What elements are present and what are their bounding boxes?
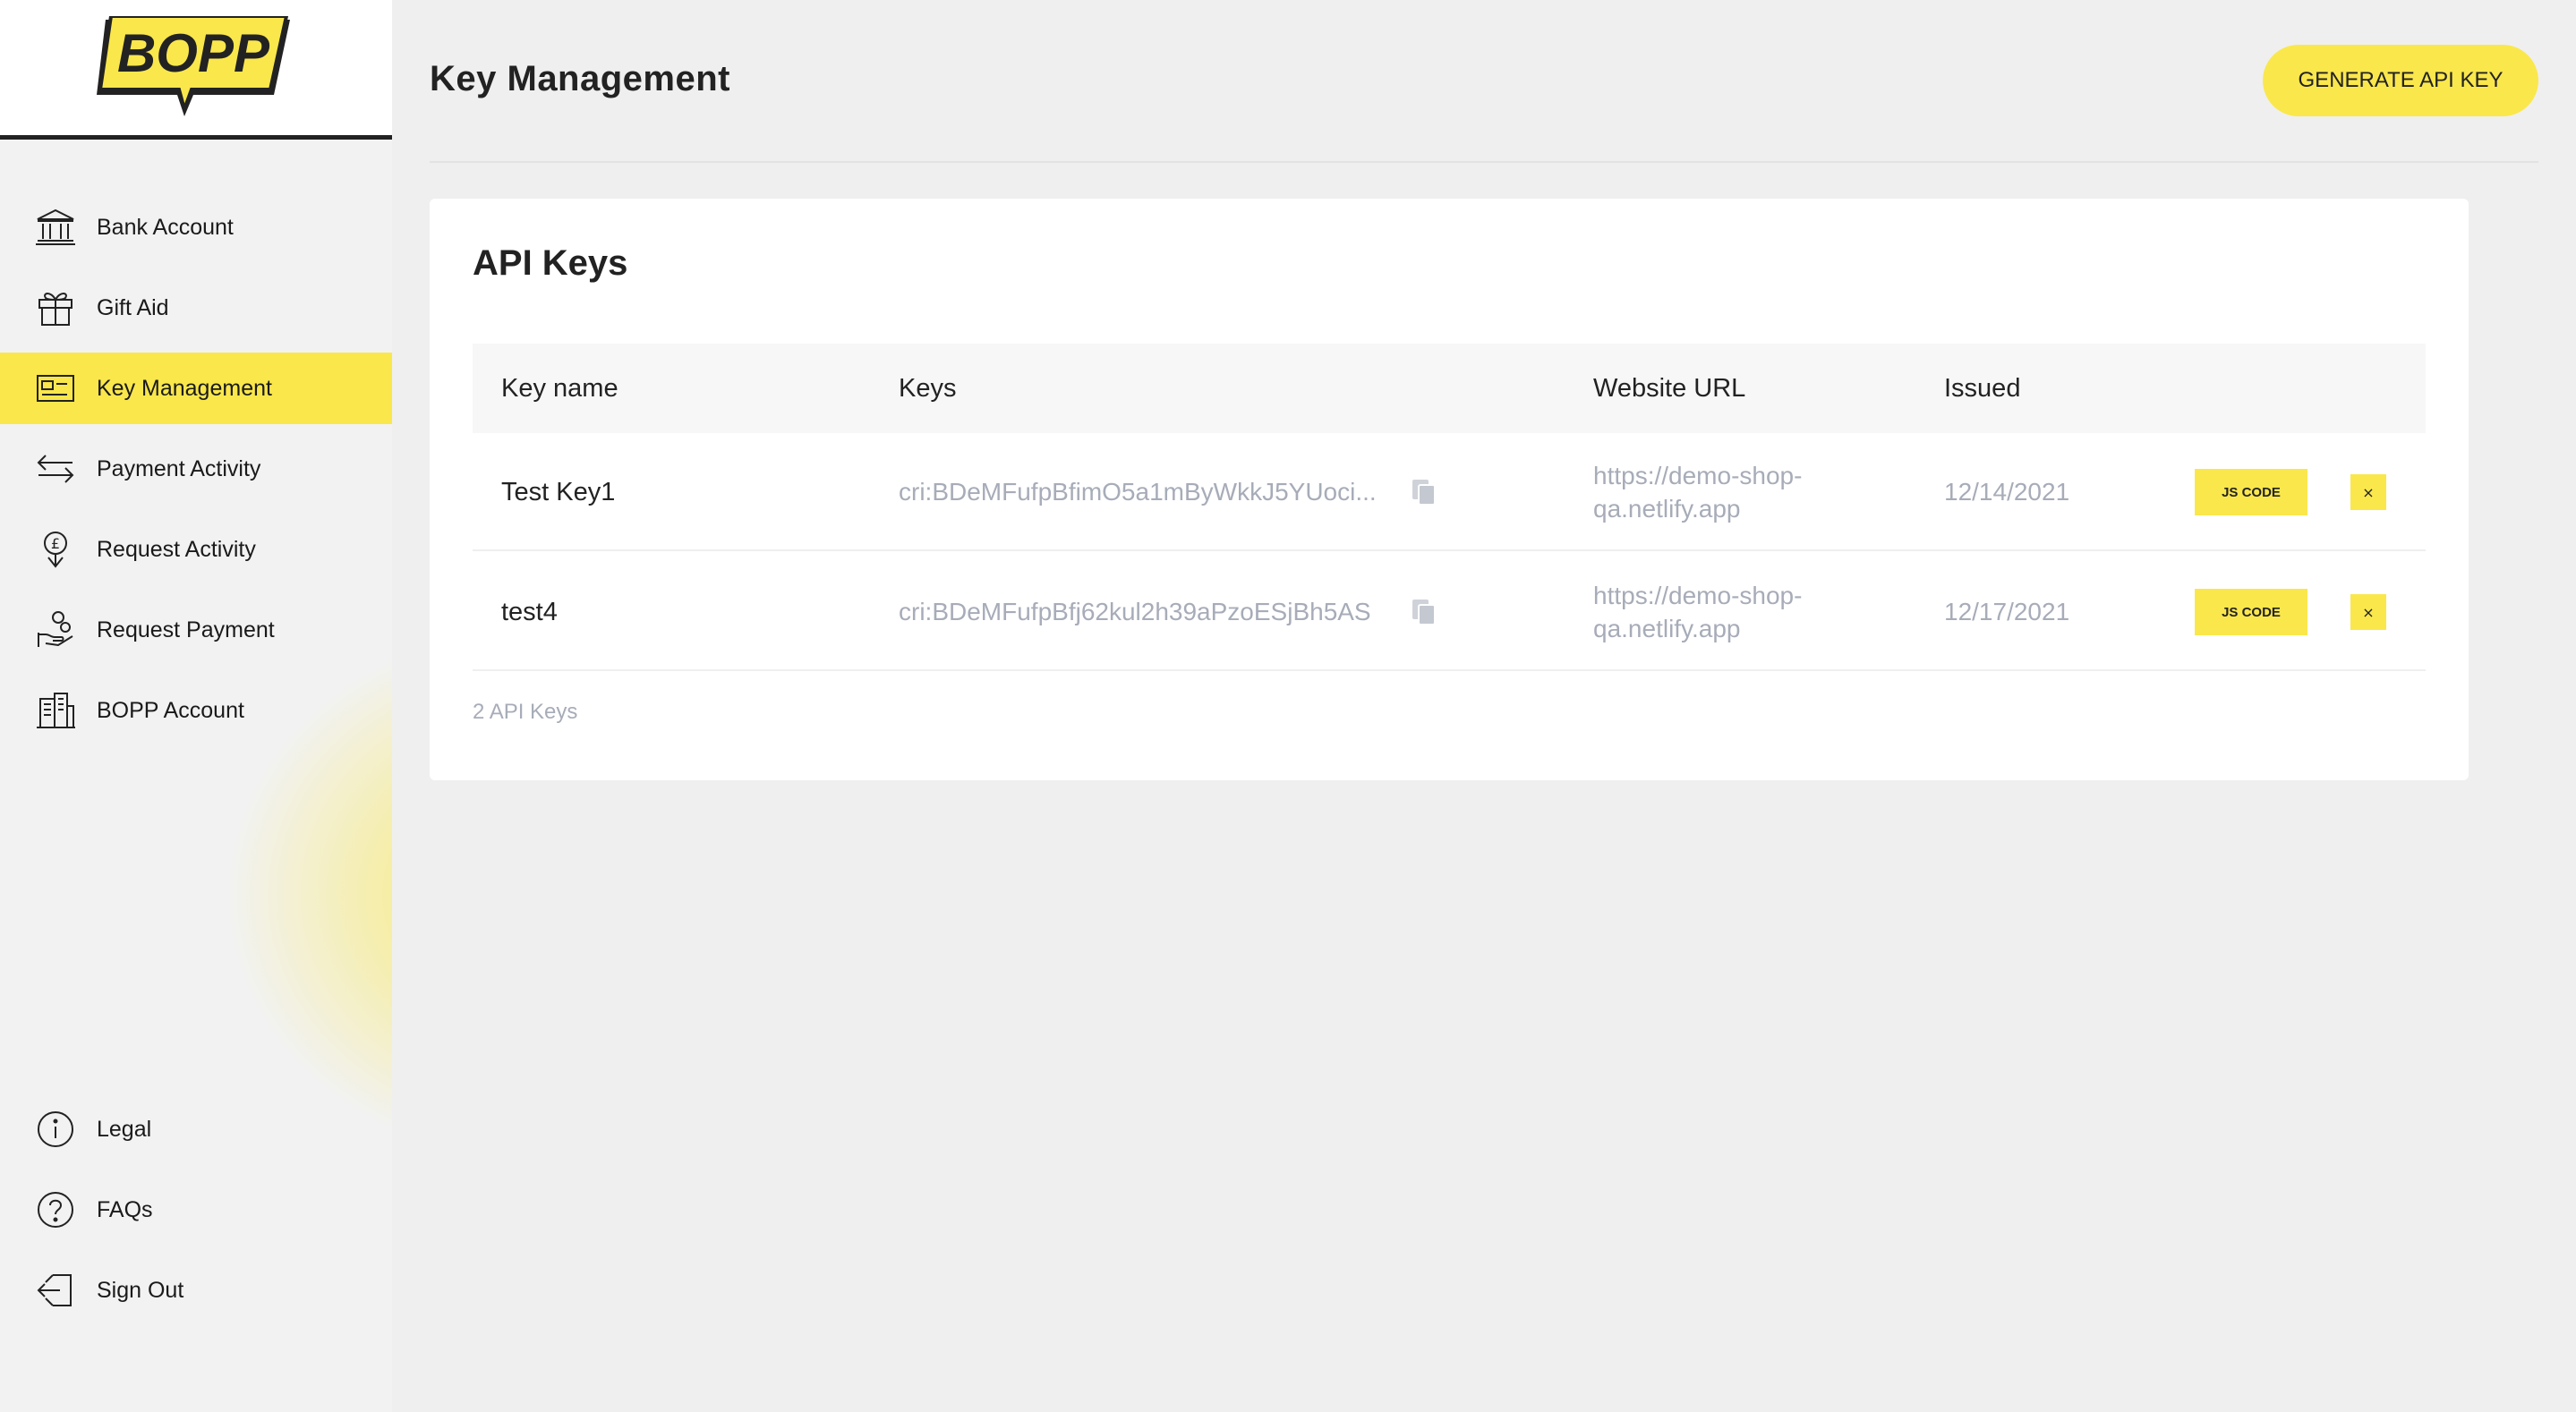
copy-icon[interactable] [1411,433,1437,551]
transfer-arrows-icon [34,447,77,490]
sidebar-item-payment-activity[interactable]: Payment Activity [0,433,392,505]
sidebar-item-key-management[interactable]: Key Management [0,353,392,424]
issued-date: 12/17/2021 [1944,598,2070,625]
bank-icon [34,206,77,249]
key-value: cri:BDeMFufpBfj62kul2h39aPzoESjBh5AS [899,598,1371,625]
table-row: Test Key1 cri:BDeMFufpBfimO5a1mByWkkJ5YU… [473,433,2426,551]
sidebar-item-label: BOPP Account [97,697,244,723]
key-card-icon [34,367,77,410]
info-icon [34,1108,77,1151]
key-value: cri:BDeMFufpBfimO5a1mByWkkJ5YUoci... [899,478,1377,506]
sidebar-item-label: Request Payment [97,617,275,642]
sidebar: BOPP Bank Account Gift Aid Key Managemen… [0,0,392,1412]
column-header-keys: Keys [899,373,957,403]
sidebar-item-sign-out[interactable]: Sign Out [0,1255,392,1326]
sidebar-item-label: Payment Activity [97,455,261,481]
sidebar-item-bopp-account[interactable]: BOPP Account [0,675,392,746]
column-header-issued: Issued [1944,373,2021,403]
website-url: https://demo-shop-qa.netlify.app [1593,553,1862,671]
header-divider [430,161,2538,163]
logo-area[interactable]: BOPP [0,0,392,140]
sidebar-nav: Bank Account Gift Aid Key Management Pay… [0,191,392,755]
buildings-icon [34,689,77,732]
table-row: test4 cri:BDeMFufpBfj62kul2h39aPzoESjBh5… [473,553,2426,671]
generate-api-key-button[interactable]: GENERATE API KEY [2263,45,2538,116]
key-name: Test Key1 [501,477,616,506]
sidebar-item-label: FAQs [97,1196,153,1222]
logo-text: BOPP [117,23,270,83]
pound-pin-icon: £ [34,528,77,571]
api-keys-count: 2 API Keys [473,700,578,724]
js-code-button[interactable]: JS CODE [2195,589,2307,635]
gift-icon [34,286,77,329]
issued-date: 12/14/2021 [1944,478,2070,506]
sidebar-item-gift-aid[interactable]: Gift Aid [0,272,392,344]
hand-coins-icon [34,608,77,651]
sidebar-item-label: Bank Account [97,214,234,240]
sidebar-bottom-nav: Legal FAQs Sign Out [0,1093,392,1335]
sidebar-item-label: Request Activity [97,536,256,562]
sidebar-item-label: Sign Out [97,1277,184,1303]
copy-icon[interactable] [1411,553,1437,671]
table-header: Key name Keys Website URL Issued [473,344,2426,433]
sidebar-item-legal[interactable]: Legal [0,1093,392,1165]
api-keys-card: API Keys Key name Keys Website URL Issue… [430,199,2469,780]
delete-key-button[interactable]: × [2350,474,2386,510]
sidebar-item-label: Legal [97,1116,152,1142]
sidebar-item-faqs[interactable]: FAQs [0,1174,392,1246]
sidebar-item-bank-account[interactable]: Bank Account [0,191,392,263]
url-line: https://demo-shop- [1593,582,1803,609]
sidebar-item-label: Gift Aid [97,294,169,320]
column-header-key-name: Key name [501,373,618,403]
js-code-button[interactable]: JS CODE [2195,469,2307,515]
website-url: https://demo-shop-qa.netlify.app [1593,433,1862,551]
url-line: qa.netlify.app [1593,495,1741,523]
question-icon [34,1188,77,1231]
url-line: qa.netlify.app [1593,615,1741,642]
page-title: Key Management [430,59,730,98]
sign-out-icon [34,1269,77,1312]
key-name: test4 [501,597,558,626]
svg-text:£: £ [51,535,60,552]
column-header-website-url: Website URL [1593,373,1746,403]
sidebar-item-request-activity[interactable]: £ Request Activity [0,514,392,585]
sidebar-item-request-payment[interactable]: Request Payment [0,594,392,666]
card-title: API Keys [473,243,628,283]
url-line: https://demo-shop- [1593,462,1803,489]
delete-key-button[interactable]: × [2350,594,2386,630]
bopp-logo: BOPP [97,16,290,116]
sidebar-item-label: Key Management [97,375,272,401]
